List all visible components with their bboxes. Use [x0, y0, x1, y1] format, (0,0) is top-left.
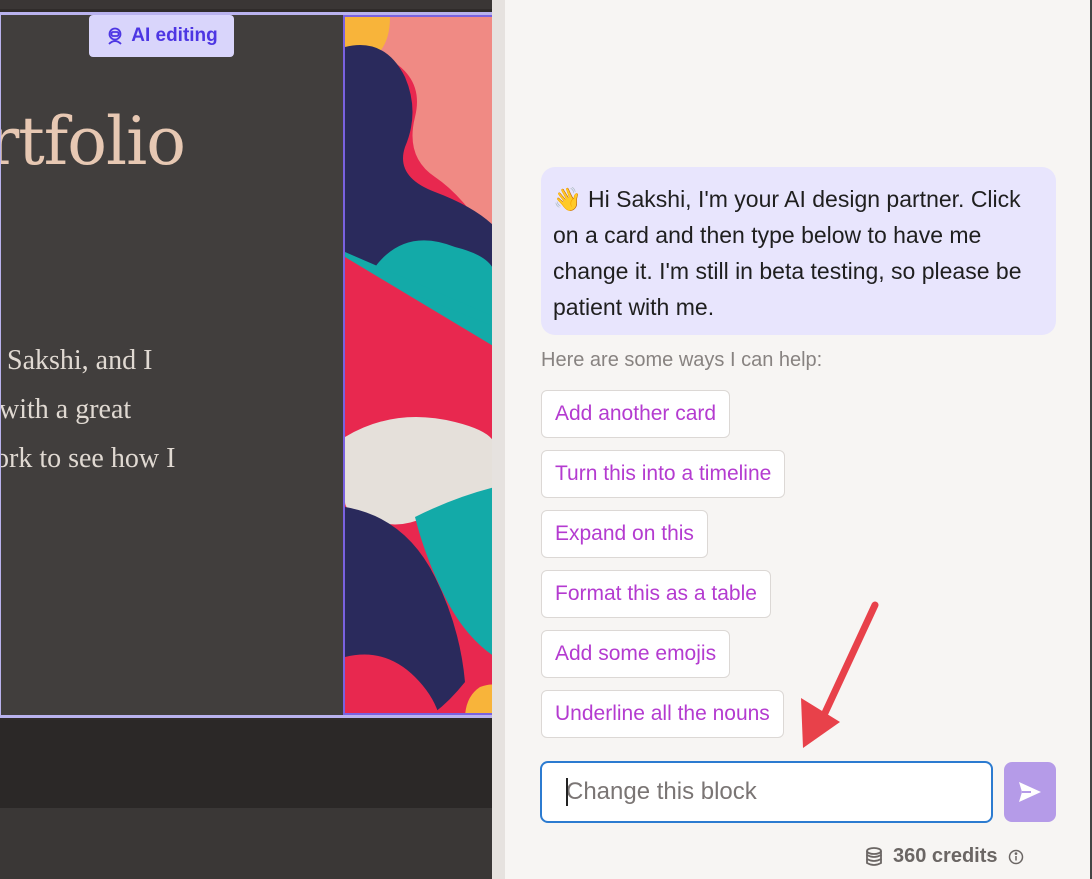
- suggestion-add-another-card[interactable]: Add another card: [541, 390, 731, 438]
- suggestion-add-emojis[interactable]: Add some emojis: [541, 630, 731, 678]
- text-caret: [566, 778, 568, 806]
- info-icon[interactable]: [1008, 849, 1024, 865]
- greeting-text: Hi Sakshi, I'm your AI design partner. C…: [553, 186, 1022, 320]
- suggestion-format-as-table[interactable]: Format this as a table: [541, 570, 771, 618]
- selected-card[interactable]: ortfolio Sakshi, and I with a great ork …: [0, 12, 492, 718]
- suggestion-underline-nouns[interactable]: Underline all the nouns: [541, 690, 784, 738]
- robot-icon: [105, 26, 125, 46]
- card-title: ortfolio: [1, 103, 186, 180]
- card-text-area[interactable]: ortfolio Sakshi, and I with a great ork …: [1, 15, 343, 715]
- change-block-input[interactable]: [540, 761, 993, 823]
- abstract-pattern-image: [345, 17, 492, 713]
- coins-icon: [866, 846, 882, 866]
- waving-hand-icon: 👋: [553, 186, 582, 212]
- send-icon: [1019, 782, 1041, 802]
- suggestion-turn-into-timeline[interactable]: Turn this into a timeline: [541, 450, 786, 498]
- send-button[interactable]: [1004, 762, 1056, 822]
- card-body-line-2: with a great: [1, 394, 132, 425]
- credits-label: 360 credits: [893, 845, 998, 867]
- credits-indicator: 360 credits: [863, 845, 1024, 868]
- ai-assistant-panel: 👋 Hi Sakshi, I'm your AI design partner.…: [505, 0, 1092, 879]
- ai-editing-badge: AI editing: [89, 15, 234, 57]
- card-body-line-1: Sakshi, and I: [7, 345, 153, 376]
- editor-next-card[interactable]: [0, 808, 492, 879]
- ai-editing-label: AI editing: [131, 25, 218, 46]
- panel-divider[interactable]: [492, 0, 505, 879]
- editor-top-bar: [0, 0, 492, 9]
- editor-empty-area: [0, 720, 492, 808]
- help-label: Here are some ways I can help:: [541, 349, 823, 371]
- assistant-greeting-message: 👋 Hi Sakshi, I'm your AI design partner.…: [541, 167, 1056, 335]
- card-body-line-3: ork to see how I: [1, 443, 176, 474]
- suggestion-expand-on-this[interactable]: Expand on this: [541, 510, 708, 558]
- editor-canvas: ortfolio Sakshi, and I with a great ork …: [0, 0, 492, 879]
- card-image[interactable]: [343, 15, 492, 715]
